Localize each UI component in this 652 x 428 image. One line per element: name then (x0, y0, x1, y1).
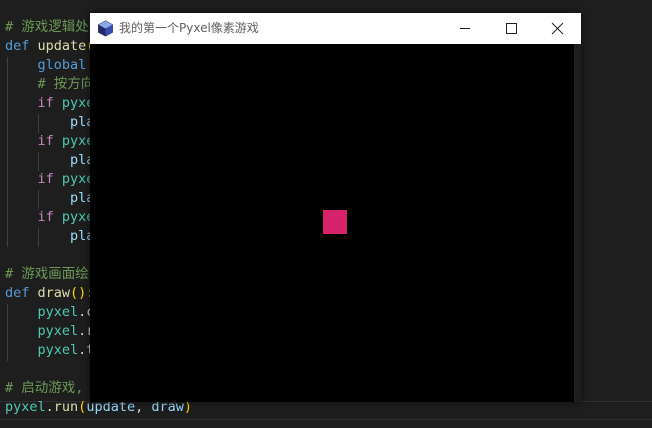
minimize-button[interactable] (442, 13, 488, 44)
code-token: update (37, 38, 87, 54)
code-line: def draw(): (5, 284, 94, 303)
code-token: pyxel (37, 323, 79, 339)
code-line: pla (5, 189, 94, 208)
code-line: pla (5, 227, 94, 246)
code-token: # 启动游戏, (5, 380, 84, 396)
indent-guide (7, 304, 8, 361)
close-icon (551, 22, 564, 35)
code-token: pyxel (5, 399, 46, 415)
window-titlebar[interactable]: 我的第一个Pyxel像素游戏 (90, 13, 581, 44)
code-token: pyxel (37, 304, 79, 320)
code-line: global (5, 56, 87, 75)
code-line: if pyxe (5, 170, 95, 189)
code-line: # 启动游戏, (5, 379, 83, 398)
code-token: if (37, 171, 62, 187)
code-line: pla (5, 151, 94, 170)
indent-guide (38, 190, 39, 209)
code-line: if pyxe (5, 94, 95, 113)
code-line: if pyxe (5, 208, 95, 227)
code-token: . (45, 399, 54, 415)
code-line: # 游戏逻辑处 (5, 18, 89, 37)
indent-guide (7, 57, 8, 247)
code-token: global (37, 57, 87, 73)
game-window[interactable]: 我的第一个Pyxel像素游戏 (90, 13, 581, 402)
maximize-icon (506, 23, 517, 34)
pyxel-cube-icon (98, 20, 113, 37)
code-token: if (37, 133, 62, 149)
maximize-button[interactable] (488, 13, 534, 44)
code-token: def (5, 38, 38, 54)
code-line: # 按方向 (5, 75, 95, 94)
code-line: pla (5, 113, 94, 132)
code-token: pyxel (37, 342, 79, 358)
close-button[interactable] (534, 13, 580, 44)
indent-guide (38, 114, 39, 133)
code-token: if (37, 209, 62, 225)
game-canvas[interactable] (97, 44, 574, 402)
window-right-border (574, 44, 581, 402)
code-token: run (53, 399, 79, 415)
code-token: draw (37, 285, 71, 301)
code-line: pyxel.c (5, 303, 95, 322)
player-square (323, 210, 347, 234)
code-line: # 游戏画面绘 (5, 265, 89, 284)
indent-guide (38, 228, 39, 247)
code-token: def (5, 285, 38, 301)
code-token: # 按方向 (37, 76, 95, 92)
code-token: # 游戏画面绘 (5, 266, 89, 282)
code-line: pyxel.r (5, 322, 95, 341)
code-line: pyxel.t (5, 341, 95, 360)
indent-guide (38, 152, 39, 171)
minimize-icon (460, 28, 470, 29)
window-title: 我的第一个Pyxel像素游戏 (119, 21, 259, 35)
code-token: # 游戏逻辑处 (5, 19, 89, 35)
code-line: if pyxe (5, 132, 95, 151)
code-token: if (37, 95, 62, 111)
code-line: def update( (5, 37, 94, 56)
